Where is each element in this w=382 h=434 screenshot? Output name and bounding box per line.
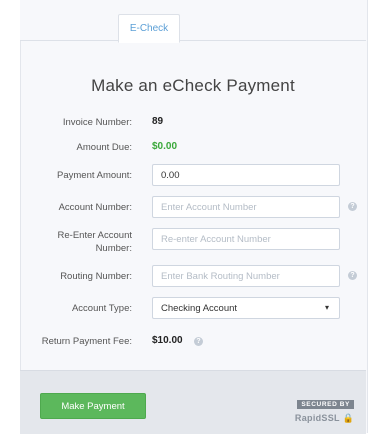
amount-due-label: Amount Due: [76, 142, 132, 153]
amount-due-value: $0.00 [152, 141, 178, 152]
make-payment-button[interactable]: Make Payment [40, 393, 146, 419]
lock-icon: 🔒 [342, 413, 354, 423]
account-type-label: Account Type: [71, 303, 132, 314]
reenter-account-label: Re-Enter Account Number: [58, 229, 132, 255]
reenter-account-label-line1: Re-Enter Account [57, 230, 132, 241]
info-icon[interactable]: ? [348, 202, 357, 211]
caret-down-icon: ▾ [324, 303, 329, 312]
form-footer: Make Payment SECURED BY RapidSSL 🔒 [20, 370, 366, 434]
tab-bar: E-Check [20, 0, 366, 43]
info-icon[interactable]: ? [348, 271, 357, 280]
payment-amount-label: Payment Amount: [57, 170, 132, 181]
info-icon[interactable]: ? [194, 337, 203, 346]
tab-echeck[interactable]: E-Check [118, 14, 180, 43]
invoice-value: 89 [152, 116, 164, 127]
rapidssl-brand: RapidSSL [294, 413, 340, 423]
reenter-account-input[interactable]: Re-enter Account Number [152, 228, 340, 250]
account-type-value: Checking Account [161, 302, 238, 314]
secured-by-label: SECURED BY [297, 400, 354, 409]
account-number-label: Account Number: [58, 202, 132, 213]
account-type-select[interactable]: Checking Account ▾ [152, 297, 340, 319]
invoice-label: Invoice Number: [62, 117, 132, 128]
routing-number-input[interactable]: Enter Bank Routing Number [152, 265, 340, 287]
account-number-input[interactable]: Enter Account Number [152, 196, 340, 218]
page-title: Make an eCheck Payment [91, 76, 295, 95]
reenter-account-label-line2: Number: [95, 243, 132, 254]
routing-number-label: Routing Number: [60, 271, 132, 282]
payment-amount-input[interactable]: 0.00 [152, 164, 340, 186]
rapidssl-logo: RapidSSL 🔒 [290, 413, 354, 424]
rapidssl-badge: SECURED BY RapidSSL 🔒 [290, 393, 354, 424]
return-fee-value: $10.00 [152, 335, 183, 346]
return-fee-label: Return Payment Fee: [41, 336, 132, 347]
